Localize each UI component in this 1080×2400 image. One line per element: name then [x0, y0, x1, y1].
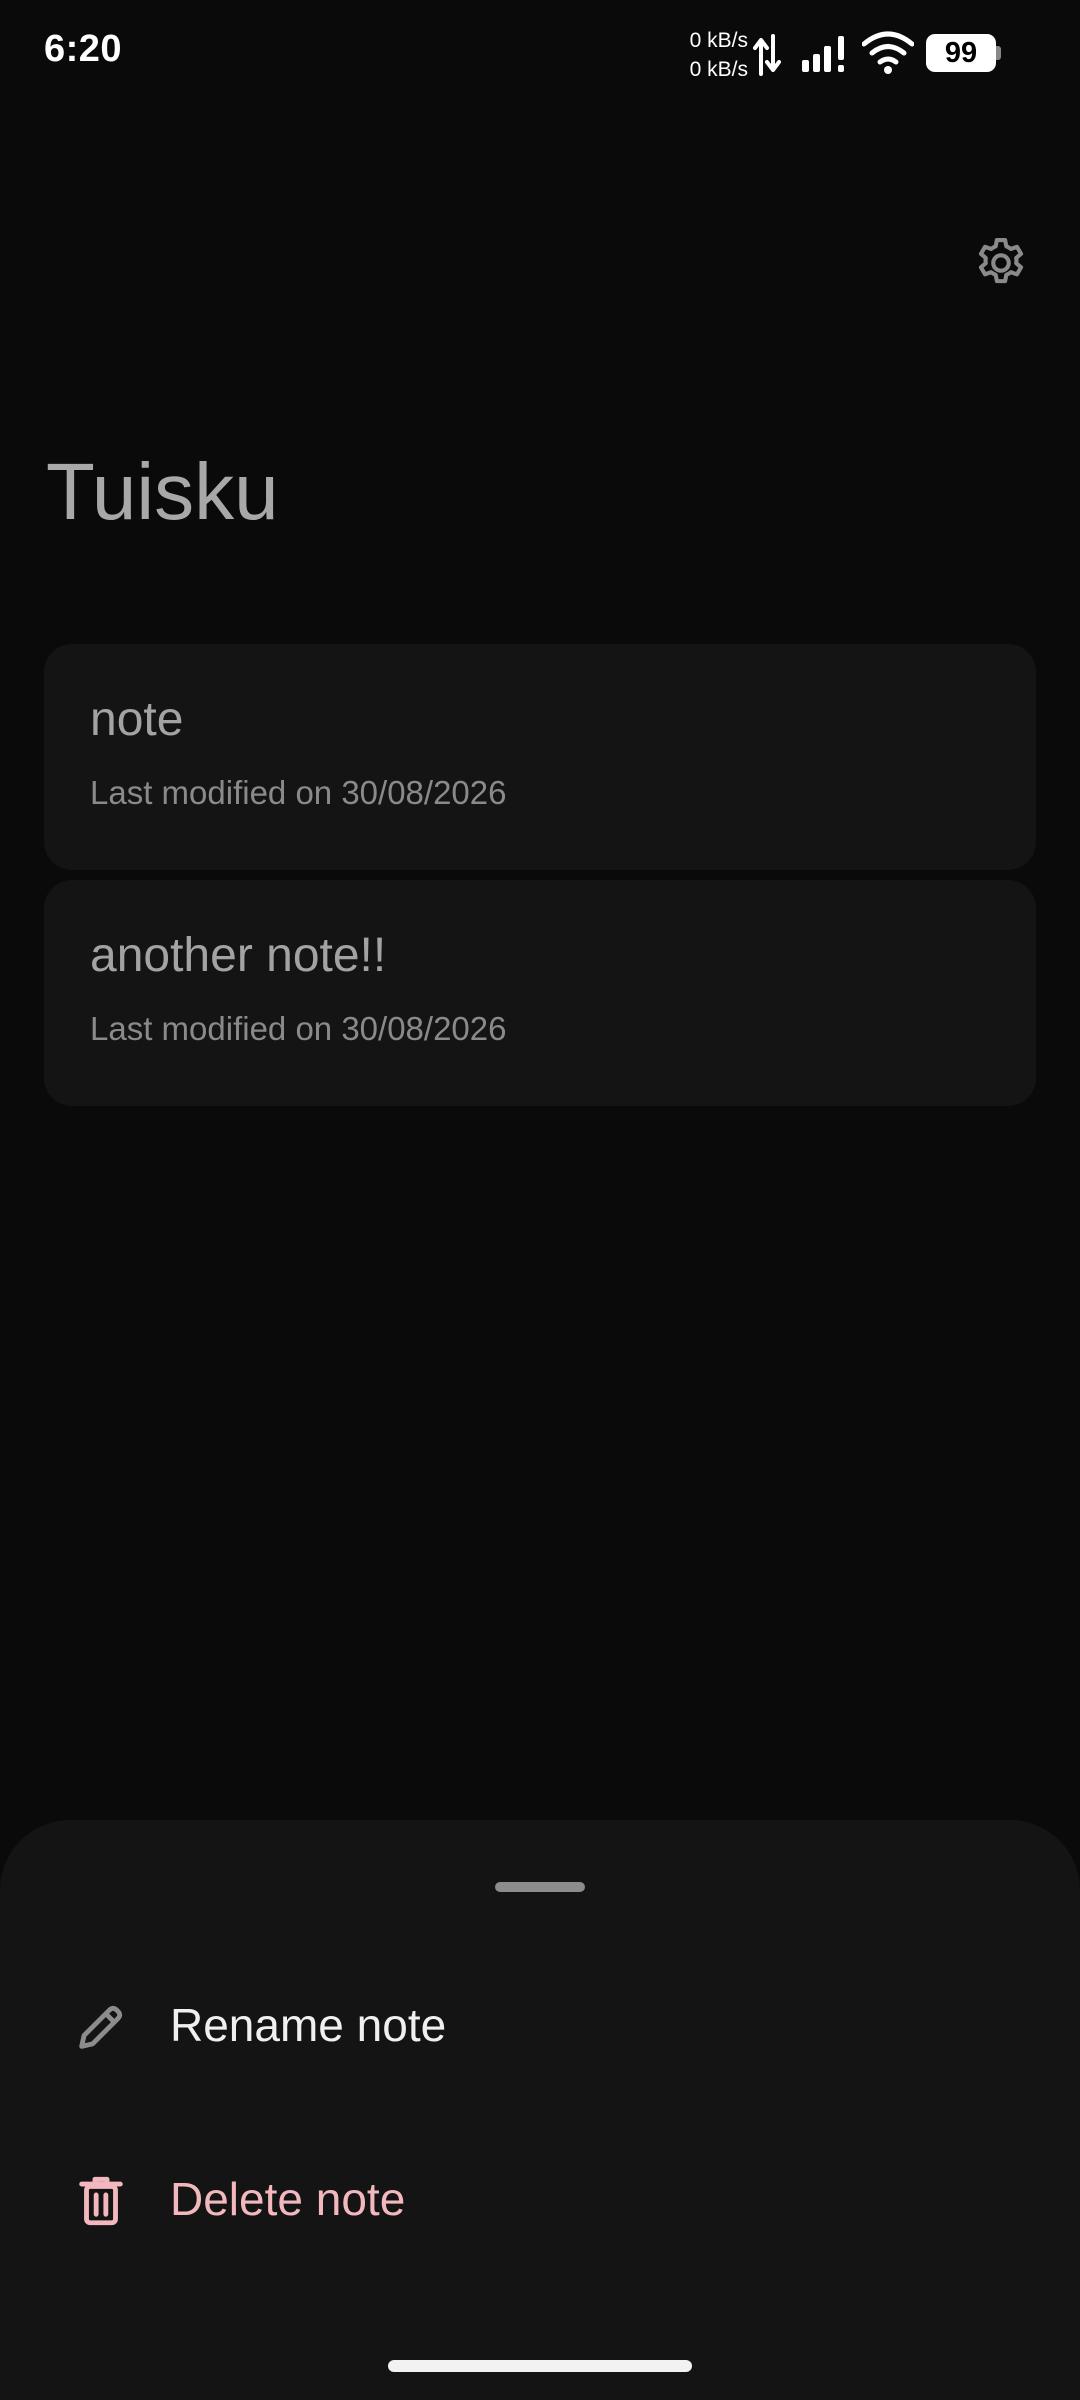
rename-note-button[interactable]: Rename note: [0, 1950, 1080, 2100]
rename-note-label: Rename note: [170, 1999, 447, 2051]
delete-note-label: Delete note: [170, 2173, 406, 2225]
gesture-navigation-bar[interactable]: [388, 2360, 692, 2372]
trash-icon: [79, 2176, 123, 2226]
screen: 6:20 0 kB/s 0 kB/s 99 Tuisku note Last m…: [0, 0, 1080, 2400]
pencil-icon: [79, 2005, 123, 2049]
drag-handle[interactable]: [495, 1882, 585, 1892]
delete-note-button[interactable]: Delete note: [0, 2124, 1080, 2274]
bottom-sheet: [0, 1820, 1080, 2400]
